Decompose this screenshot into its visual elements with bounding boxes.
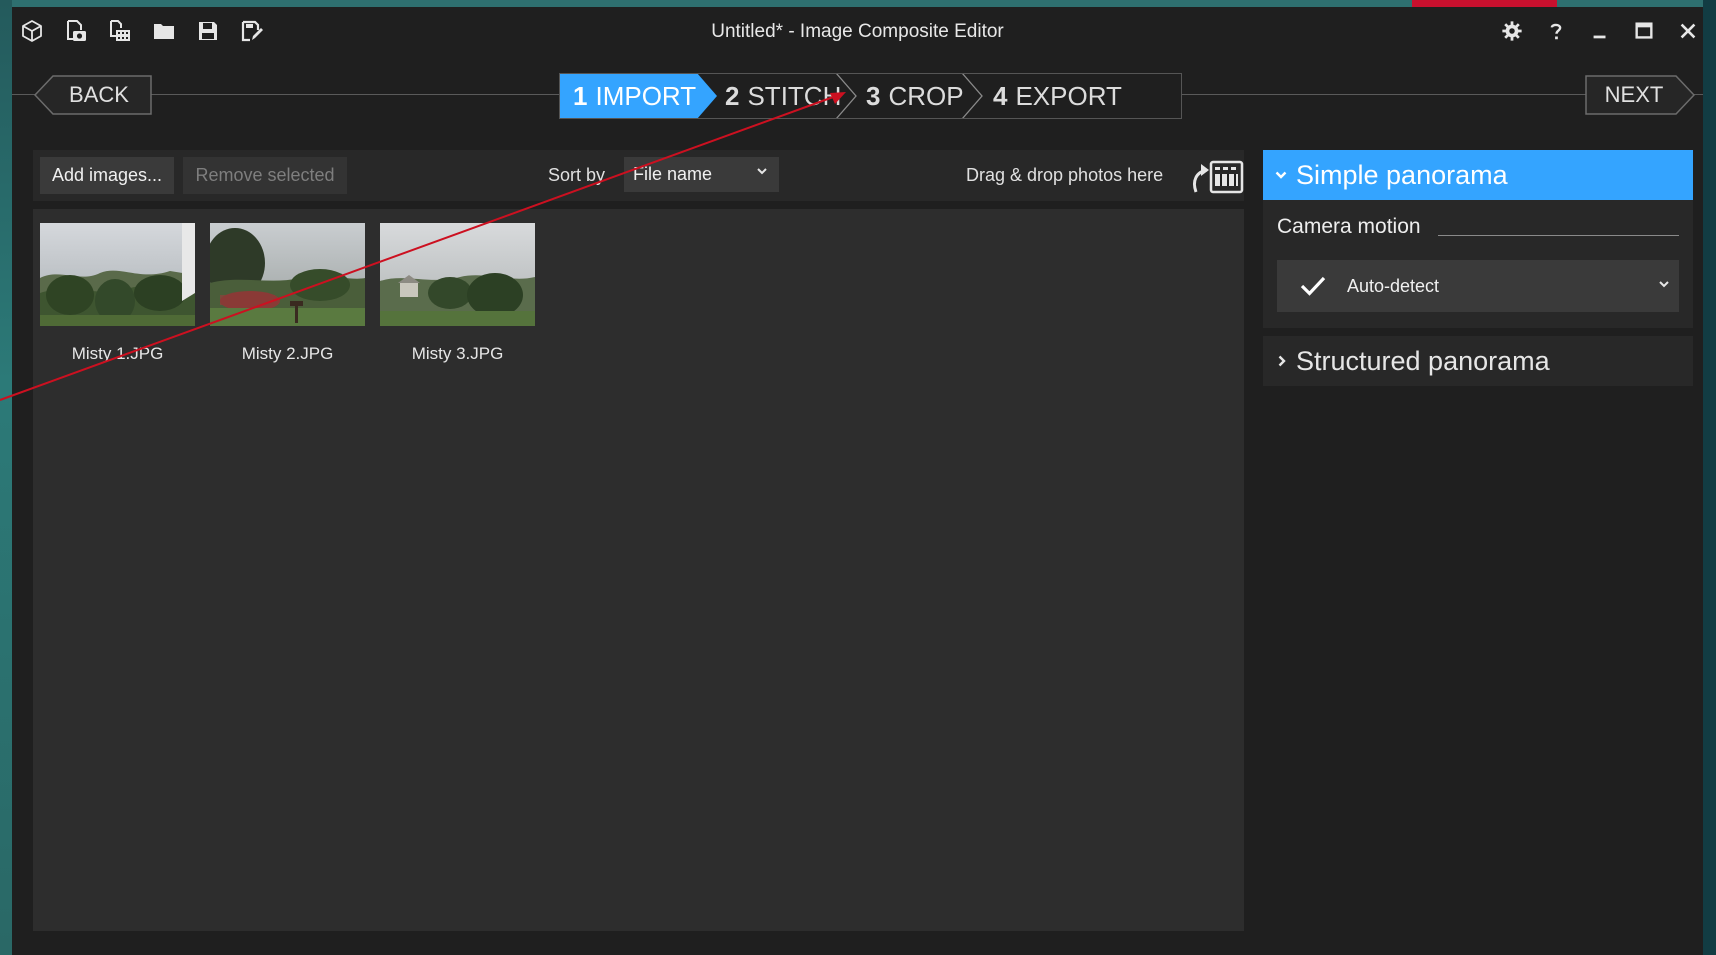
- app-window: Untitled* - Image Composite Editor BACK: [12, 7, 1703, 955]
- divider: [1438, 235, 1679, 236]
- desktop-accent-bar: [1412, 0, 1557, 7]
- step-stitch[interactable]: 2 STITCH: [725, 73, 841, 119]
- camera-motion-select[interactable]: Auto-detect: [1277, 260, 1679, 312]
- window-controls: [1497, 17, 1703, 45]
- drag-drop-hint: Drag & drop photos here: [966, 165, 1164, 185]
- simple-panorama-label: Simple panorama: [1296, 159, 1508, 190]
- chevron-down-icon: [1275, 171, 1287, 179]
- image-caption: Misty 3.JPG: [411, 344, 504, 363]
- title-bar: Untitled* - Image Composite Editor: [12, 7, 1703, 55]
- camera-motion-label: Camera motion: [1277, 215, 1421, 238]
- add-images-button[interactable]: Add images...: [40, 157, 174, 194]
- chevron-down-icon: [1659, 281, 1669, 288]
- desktop-background: [0, 0, 12, 955]
- step-import[interactable]: 1 IMPORT: [573, 73, 696, 119]
- checkmark-icon: [1300, 276, 1326, 296]
- image-preview: [380, 223, 535, 326]
- sort-by-value: File name: [633, 164, 713, 184]
- image-list: Misty 1.JPG Misty 2.JPG Misty 3.JPG: [33, 209, 1244, 931]
- step-export-label: EXPORT: [1015, 80, 1122, 111]
- step-stitch-label: STITCH: [747, 80, 842, 111]
- image-caption: Misty 2.JPG: [241, 344, 334, 363]
- structured-panorama-header[interactable]: Structured panorama: [1263, 336, 1693, 386]
- gear-icon[interactable]: [1497, 17, 1527, 45]
- image-caption: Misty 1.JPG: [71, 344, 164, 363]
- quick-access-toolbar: [18, 17, 266, 45]
- next-button[interactable]: NEXT: [1585, 75, 1695, 115]
- sort-by-label: Sort by: [548, 165, 606, 185]
- camera-motion-value: Auto-detect: [1347, 275, 1440, 296]
- step-stitch-number: 2: [725, 80, 740, 111]
- simple-panorama-header[interactable]: Simple panorama: [1263, 150, 1693, 200]
- image-thumbnail[interactable]: Misty 1.JPG: [40, 223, 195, 364]
- step-crop-label: CROP: [888, 80, 964, 111]
- minimize-icon[interactable]: [1585, 17, 1615, 45]
- chevron-right-icon: [1278, 355, 1286, 367]
- wizard-steps: 1 IMPORT 2 STITCH 3 CROP 4 EXPORT: [559, 73, 1182, 119]
- new-video-panorama-icon[interactable]: [106, 17, 134, 45]
- drag-drop-photos-icon: [1192, 160, 1244, 194]
- app-cube-icon[interactable]: [18, 17, 46, 45]
- maximize-icon[interactable]: [1629, 17, 1659, 45]
- new-panorama-icon[interactable]: [62, 17, 90, 45]
- step-export[interactable]: 4 EXPORT: [993, 73, 1122, 119]
- help-icon[interactable]: [1541, 17, 1571, 45]
- close-icon[interactable]: [1673, 17, 1703, 45]
- image-thumbnail[interactable]: Misty 3.JPG: [380, 223, 535, 364]
- save-icon[interactable]: [194, 17, 222, 45]
- open-folder-icon[interactable]: [150, 17, 178, 45]
- sort-by-select[interactable]: File name: [624, 157, 779, 192]
- import-toolbar: Add images... Remove selected Sort by Fi…: [33, 150, 1244, 201]
- step-crop-number: 3: [866, 80, 881, 111]
- back-button-label: BACK: [69, 82, 129, 107]
- image-preview: [40, 223, 195, 326]
- simple-panorama-body: Camera motion Auto-detect: [1263, 200, 1693, 328]
- step-crop[interactable]: 3 CROP: [866, 73, 964, 119]
- save-as-icon[interactable]: [238, 17, 266, 45]
- back-button[interactable]: BACK: [34, 75, 152, 115]
- structured-panorama-label: Structured panorama: [1296, 345, 1550, 376]
- step-export-number: 4: [993, 80, 1008, 111]
- remove-selected-button[interactable]: Remove selected: [183, 157, 347, 194]
- image-thumbnail[interactable]: Misty 2.JPG: [210, 223, 365, 364]
- panorama-settings-panel: Simple panorama Camera motion Auto-detec…: [1263, 150, 1693, 386]
- image-preview: [210, 223, 365, 326]
- desktop-background-right: [1703, 0, 1716, 955]
- chevron-down-icon: [757, 168, 767, 175]
- next-button-label: NEXT: [1604, 82, 1664, 107]
- step-import-number: 1: [573, 80, 588, 111]
- step-import-label: IMPORT: [595, 80, 697, 111]
